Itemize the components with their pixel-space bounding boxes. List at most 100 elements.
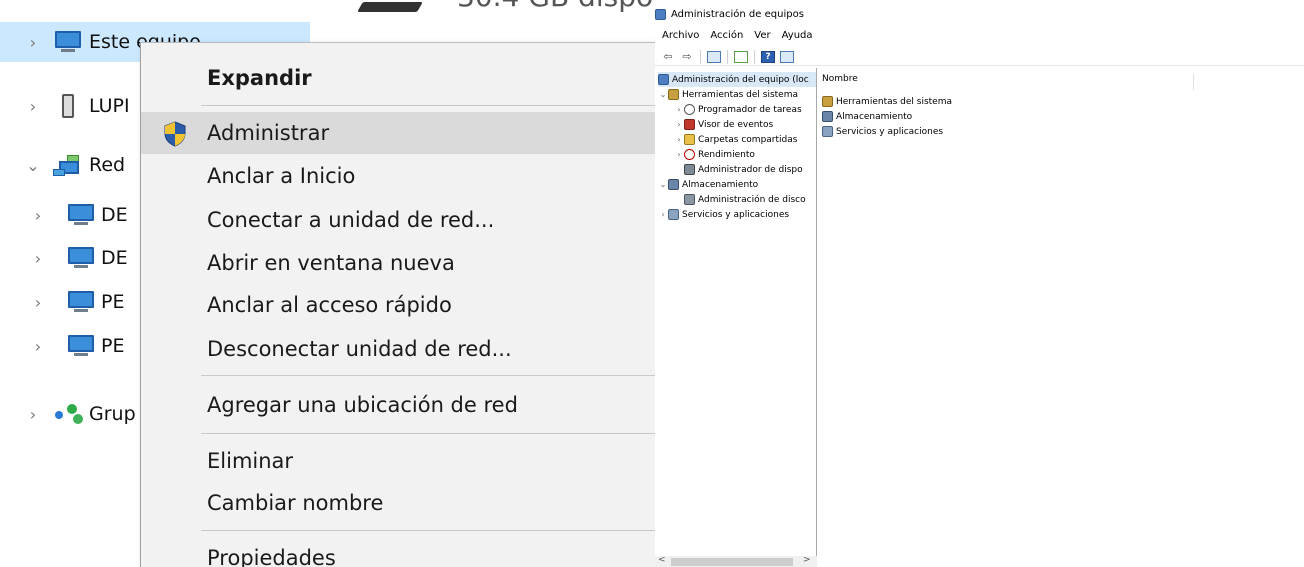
tree-item-label: Herramientas del sistema (682, 89, 799, 100)
menu-separator (201, 530, 655, 531)
menu-separator (201, 375, 655, 376)
menu-item-cambiar-nombre[interactable]: Cambiar nombre (141, 482, 655, 524)
tree-item-services-applications[interactable]: › Servicios y aplicaciones (658, 207, 789, 222)
scroll-left-arrow-icon[interactable]: < (658, 555, 666, 565)
task-scheduler-icon (684, 104, 695, 115)
expand-chevron-icon[interactable]: › (23, 405, 43, 424)
collapse-chevron-icon[interactable]: ⌄ (23, 156, 43, 175)
expand-chevron-icon[interactable]: › (28, 206, 48, 225)
expand-chevron-icon[interactable]: › (674, 150, 684, 159)
performance-icon (684, 149, 695, 160)
nav-item-lupi[interactable]: › LUPI (0, 86, 130, 126)
computer-icon (66, 204, 96, 226)
nav-item-label: PE (101, 335, 125, 357)
tree-item-storage[interactable]: ⌄ Almacenamiento (658, 177, 758, 192)
menu-bar: Archivo Acción Ver Ayuda (662, 30, 813, 46)
column-header-nombre[interactable]: Nombre (818, 74, 1194, 90)
menu-item-conectar-unidad-red[interactable]: Conectar a unidad de red... (141, 199, 655, 241)
show-hide-console-tree-icon[interactable] (706, 49, 722, 64)
menu-item-administrar[interactable]: Administrar (141, 112, 655, 154)
back-arrow-icon[interactable]: ⇦ (660, 49, 676, 64)
nav-item-red[interactable]: ⌄ Red (0, 145, 125, 185)
nav-item-label: PE (101, 291, 125, 313)
console-tree: Administración del equipo (loc ⌄ Herrami… (655, 68, 817, 567)
system-tools-icon (822, 96, 833, 107)
drive-icon (357, 2, 423, 12)
system-tools-icon (668, 89, 679, 100)
menu-item-anclar-acceso-rapido[interactable]: Anclar al acceso rápido (141, 284, 655, 326)
menu-accion[interactable]: Acción (710, 30, 743, 46)
computer-management-icon (655, 8, 666, 20)
tree-item-shared-folders[interactable]: › Carpetas compartidas (674, 132, 797, 147)
computer-management-icon (658, 74, 669, 85)
menu-item-agregar-ubicacion-red[interactable]: Agregar una ubicación de red (141, 384, 655, 426)
list-item-services-applications[interactable]: Servicios y aplicaciones (822, 125, 943, 138)
scroll-right-arrow-icon[interactable]: > (803, 555, 811, 565)
storage-icon (822, 111, 833, 122)
forward-arrow-icon[interactable]: ⇨ (679, 49, 695, 64)
menu-ayuda[interactable]: Ayuda (782, 30, 813, 46)
tree-item-label: Programador de tareas (698, 104, 802, 115)
menu-item-eliminar[interactable]: Eliminar (141, 440, 655, 482)
list-item-label: Almacenamiento (836, 111, 913, 122)
expand-chevron-icon[interactable]: › (674, 120, 684, 129)
expand-chevron-icon[interactable]: › (674, 135, 684, 144)
tree-item-computer-management[interactable]: Administración del equipo (loc (658, 72, 816, 87)
menu-archivo[interactable]: Archivo (662, 30, 699, 46)
show-hide-action-pane-icon[interactable] (779, 49, 795, 64)
expand-chevron-icon[interactable]: › (28, 337, 48, 356)
menu-item-expandir[interactable]: Expandir (141, 57, 655, 99)
computer-management-window: Administración de equipos Archivo Acción… (655, 0, 1304, 567)
details-list: Nombre Herramientas del sistema Almacena… (818, 68, 1304, 567)
expand-chevron-icon[interactable]: › (23, 33, 43, 52)
tree-item-task-scheduler[interactable]: › Programador de tareas (674, 102, 802, 117)
homegroup-icon (53, 402, 87, 426)
tree-item-disk-management[interactable]: Administración de disco (684, 192, 806, 207)
nav-item-homegroup[interactable]: › Grup (0, 394, 136, 434)
help-icon[interactable]: ? (760, 49, 776, 64)
menu-separator (201, 433, 655, 434)
toolbar-separator (700, 49, 701, 64)
tree-item-label: Administrador de dispo (698, 164, 803, 175)
console-tree-horizontal-scrollbar[interactable]: < > (655, 555, 817, 567)
tree-item-device-manager[interactable]: Administrador de dispo (684, 162, 803, 177)
expand-chevron-icon[interactable]: › (658, 210, 668, 219)
scrollbar-thumb[interactable] (671, 558, 793, 566)
tree-item-label: Servicios y aplicaciones (682, 209, 790, 220)
screenshot-root: 30.4 GB disponibles › Este equipo › LUPI… (0, 0, 1304, 567)
expand-chevron-icon[interactable]: › (28, 293, 48, 312)
expand-chevron-icon[interactable]: › (28, 249, 48, 268)
collapse-chevron-icon[interactable]: ⌄ (658, 90, 668, 99)
expand-chevron-icon[interactable]: › (674, 105, 684, 114)
nav-item-network-computer-2[interactable]: › DE (0, 238, 128, 278)
device-manager-icon (684, 164, 695, 175)
services-icon (668, 209, 679, 220)
menu-item-propiedades[interactable]: Propiedades (141, 537, 655, 567)
menu-item-desconectar-unidad-red[interactable]: Desconectar unidad de red... (141, 328, 655, 370)
menu-item-abrir-ventana-nueva[interactable]: Abrir en ventana nueva (141, 242, 655, 284)
menu-item-label: Administrar (207, 121, 330, 145)
context-menu: Expandir Administrar Anclar a Inicio Con… (140, 42, 655, 567)
nav-item-network-computer-3[interactable]: › PE (0, 282, 124, 322)
computer-icon (66, 291, 96, 313)
network-icon (53, 153, 83, 177)
nav-item-network-computer-4[interactable]: › PE (0, 326, 124, 366)
tree-item-system-tools[interactable]: ⌄ Herramientas del sistema (658, 87, 798, 102)
tree-item-performance[interactable]: › Rendimiento (674, 147, 755, 162)
tree-item-label: Rendimiento (698, 149, 755, 160)
tree-item-event-viewer[interactable]: › Visor de eventos (674, 117, 773, 132)
toolbar-separator (727, 49, 728, 64)
list-header: Nombre (818, 74, 1304, 90)
expand-chevron-icon[interactable]: › (23, 97, 43, 116)
window-titlebar: Administración de equipos (655, 5, 804, 23)
menu-separator (201, 105, 655, 106)
list-item-system-tools[interactable]: Herramientas del sistema (822, 95, 952, 108)
menu-ver[interactable]: Ver (754, 30, 770, 46)
list-item-storage[interactable]: Almacenamiento (822, 110, 912, 123)
collapse-chevron-icon[interactable]: ⌄ (658, 180, 668, 189)
menu-item-anclar-a-inicio[interactable]: Anclar a Inicio (141, 155, 655, 197)
export-list-icon[interactable] (733, 49, 749, 64)
uac-shield-icon (164, 121, 186, 147)
nav-item-network-computer-1[interactable]: › DE (0, 195, 128, 235)
computer-icon (66, 247, 96, 269)
